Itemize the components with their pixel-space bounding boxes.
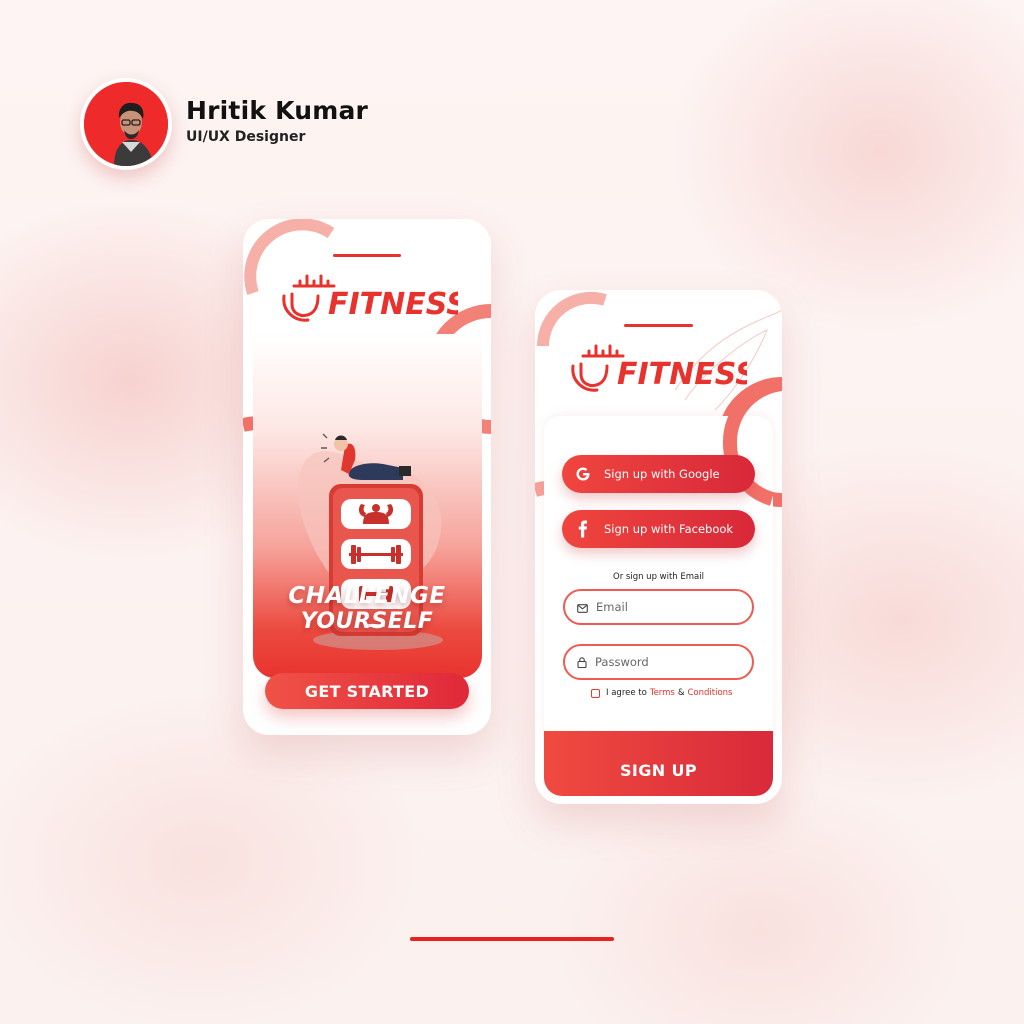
designer-profile: Hritik Kumar UI/UX Designer <box>80 78 368 170</box>
agree-checkbox[interactable] <box>591 688 600 698</box>
password-input[interactable] <box>595 655 745 669</box>
designer-role: UI/UX Designer <box>186 128 306 145</box>
email-field[interactable] <box>563 589 754 625</box>
signup-screen: FITNESS Sign up with Google Sign up with… <box>535 290 782 804</box>
agree-prefix: I agree to <box>606 688 647 698</box>
avatar-person-icon <box>84 82 168 166</box>
terms-link[interactable]: Terms <box>650 688 675 698</box>
bottom-accent-line <box>410 937 614 941</box>
fitness-logo: FITNESS <box>571 344 747 392</box>
password-field[interactable] <box>563 644 754 680</box>
get-started-button[interactable]: GET STARTED <box>265 673 469 709</box>
logo-wordmark: FITNESS <box>617 357 747 392</box>
facebook-signup-button[interactable]: Sign up with Facebook <box>562 510 755 548</box>
avatar-ring <box>80 78 172 170</box>
facebook-icon <box>562 520 604 538</box>
fitness-logo: FITNESS <box>282 274 458 322</box>
google-signup-label: Sign up with Google <box>604 467 720 481</box>
sign-up-button[interactable]: SIGN UP <box>544 731 773 796</box>
facebook-signup-label: Sign up with Facebook <box>604 522 734 536</box>
terms-agreement: I agree to Terms & Conditions <box>591 688 733 698</box>
google-icon <box>562 465 604 483</box>
top-notch-bar <box>333 254 401 257</box>
top-notch-bar <box>624 324 693 327</box>
headline-challenge: CHALLENGE <box>288 583 446 609</box>
google-signup-button[interactable]: Sign up with Google <box>562 455 755 493</box>
mail-icon <box>577 598 588 617</box>
onboarding-screen: FITNESS CHALLENGE YOURSELF GET STARTED <box>243 219 491 735</box>
and-text: & <box>677 688 685 698</box>
logo-wordmark: FITNESS <box>328 287 458 322</box>
headline-yourself: YOURSELF <box>300 609 434 634</box>
designer-name: Hritik Kumar <box>186 95 369 125</box>
avatar <box>84 82 168 166</box>
lock-icon <box>577 653 587 672</box>
email-divider-text: Or sign up with Email <box>613 572 704 582</box>
email-input[interactable] <box>596 600 746 614</box>
conditions-link[interactable]: Conditions <box>688 688 733 698</box>
